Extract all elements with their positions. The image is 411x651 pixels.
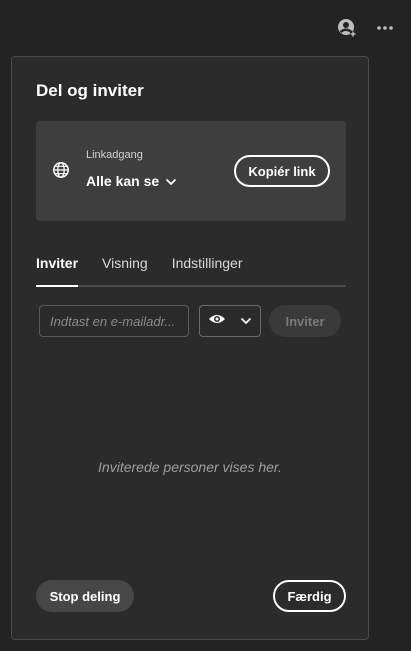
panel-title: Del og inviter — [36, 81, 144, 100]
chevron-down-icon — [240, 312, 252, 330]
email-input[interactable] — [39, 305, 189, 337]
top-toolbar — [335, 16, 397, 40]
link-access-value: Alle kan se — [86, 173, 160, 189]
link-access-label: Linkadgang — [86, 149, 143, 161]
empty-state-message: Inviterede personer vises her. — [98, 459, 282, 475]
eye-icon — [208, 312, 226, 330]
copy-link-button[interactable]: Kopiér link — [234, 155, 330, 187]
chevron-down-icon — [165, 173, 177, 189]
tab-view[interactable]: Visning — [102, 255, 148, 285]
share-invite-panel: Del og inviter Linkadgang Alle kan se Ko… — [11, 56, 369, 640]
more-icon[interactable] — [373, 16, 397, 40]
link-access-dropdown[interactable]: Alle kan se — [86, 173, 177, 189]
link-access-card: Linkadgang Alle kan se Kopiér link — [36, 121, 346, 221]
tab-settings[interactable]: Indstillinger — [172, 255, 243, 285]
stop-sharing-button[interactable]: Stop deling — [36, 580, 134, 612]
invite-button[interactable]: Inviter — [269, 305, 341, 337]
globe-icon — [52, 161, 70, 179]
add-person-icon[interactable] — [335, 16, 359, 40]
permission-dropdown[interactable] — [199, 305, 261, 337]
tab-bar: Inviter Visning Indstillinger — [36, 255, 346, 287]
tab-invite[interactable]: Inviter — [36, 255, 79, 287]
done-button[interactable]: Færdig — [273, 580, 346, 612]
